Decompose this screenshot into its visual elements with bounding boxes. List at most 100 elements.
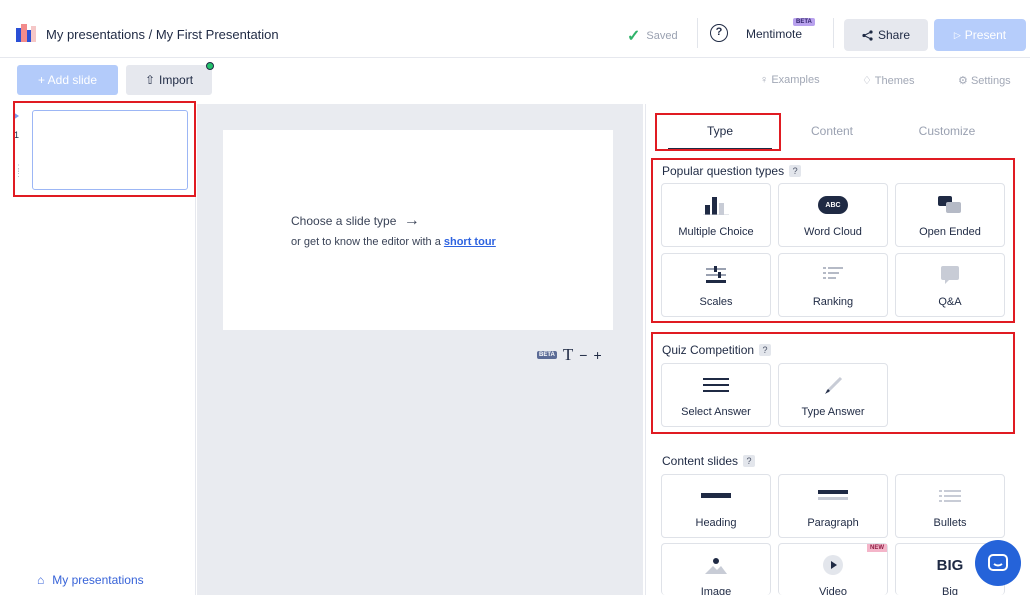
card-ranking[interactable]: Ranking [778, 253, 888, 317]
speech-bubbles-icon [896, 194, 1004, 216]
word-cloud-icon-text: ABC [818, 196, 848, 214]
qa-icon [896, 264, 1004, 286]
tab-type[interactable]: Type [668, 124, 772, 138]
image-icon [662, 554, 770, 576]
card-label: Open Ended [919, 226, 981, 238]
ranking-icon [779, 264, 887, 286]
bullets-icon [896, 485, 1004, 507]
card-label: Word Cloud [804, 226, 862, 238]
card-label: Big [942, 586, 958, 595]
card-image[interactable]: Image [661, 543, 771, 595]
card-multiple-choice[interactable]: Multiple Choice [661, 183, 771, 247]
section-title: Popular question types [662, 164, 785, 178]
import-label: Import [159, 73, 194, 87]
text-size-icon: T [562, 345, 574, 364]
card-select-answer[interactable]: Select Answer [661, 363, 771, 427]
help-icon[interactable]: ? [759, 344, 772, 356]
divider [833, 18, 834, 48]
slide-thumbnail[interactable] [32, 110, 188, 190]
list-lines-icon [662, 374, 770, 396]
beta-badge: BETA [537, 351, 557, 359]
card-qa[interactable]: Q&A [895, 253, 1005, 317]
share-icon [862, 29, 873, 41]
bar-chart-icon [662, 194, 770, 216]
increase-text-button[interactable]: + [593, 347, 601, 363]
themes-icon: ♢ [862, 75, 872, 87]
section-title: Quiz Competition [662, 343, 755, 357]
popular-question-types-heading: Popular question types ? [662, 164, 802, 178]
examples-button[interactable]: ♀ Examples [760, 74, 820, 86]
content-slides-heading: Content slides ? [662, 454, 756, 468]
present-label: Present [964, 28, 1007, 42]
mentimeter-logo-icon[interactable] [16, 24, 36, 42]
tab-content[interactable]: Content [780, 124, 884, 138]
settings-button[interactable]: ⚙ Settings [958, 74, 1011, 87]
breadcrumb[interactable]: My presentations / My First Presentation [46, 27, 279, 42]
settings-label: Settings [970, 75, 1011, 87]
play-icon [779, 554, 887, 576]
decrease-text-button[interactable]: − [579, 347, 587, 363]
checkmark-icon: ✓ [627, 28, 641, 45]
themes-button[interactable]: ♢ Themes [862, 74, 914, 87]
examples-label: Examples [771, 74, 820, 86]
add-slide-button[interactable]: + Add slide [17, 65, 118, 95]
slide-number: 1 [14, 130, 20, 140]
tour-prompt: or get to know the editor with a short t… [291, 236, 496, 248]
paragraph-icon [779, 485, 887, 507]
card-label: Select Answer [681, 406, 751, 418]
notification-dot [206, 62, 214, 70]
quiz-competition-heading: Quiz Competition ? [662, 343, 772, 357]
lightbulb-icon: ♀ [760, 74, 769, 86]
card-label: Type Answer [801, 406, 865, 418]
card-label: Scales [699, 296, 733, 308]
top-bar: My presentations / My First Presentation… [0, 0, 1030, 58]
card-label: Paragraph [807, 517, 859, 529]
share-button[interactable]: Share [844, 19, 928, 51]
tab-customize[interactable]: Customize [892, 124, 1002, 138]
word-cloud-icon: ABC [779, 194, 887, 216]
card-heading[interactable]: Heading [661, 474, 771, 538]
share-label: Share [877, 28, 911, 42]
pencil-icon [779, 374, 887, 396]
card-bullets[interactable]: Bullets [895, 474, 1005, 538]
card-label: Multiple Choice [678, 226, 754, 238]
section-title: Content slides [662, 454, 739, 468]
card-label: Image [700, 586, 732, 595]
editor-toolbar: + Add slide ⇧ Import ♀ Examples ♢ Themes… [0, 58, 1030, 104]
help-icon[interactable]: ? [789, 165, 802, 177]
short-tour-link[interactable]: short tour [444, 236, 496, 248]
help-icon[interactable]: ? [710, 24, 728, 42]
home-icon: ⌂ [37, 573, 45, 587]
divider [697, 18, 698, 48]
my-presentations-link[interactable]: ⌂ My presentations [37, 573, 144, 587]
present-button[interactable]: ▷ Present [934, 19, 1026, 51]
arrow-right-icon: → [403, 212, 420, 229]
card-video[interactable]: NEW Video [778, 543, 888, 595]
card-label: Bullets [933, 517, 967, 529]
gear-icon: ⚙ [958, 75, 968, 87]
tour-prefix: or get to know the editor with a [291, 236, 441, 248]
drag-handle-icon[interactable]: ⋮ ⋮ [14, 164, 23, 178]
saved-status: ✓ Saved [627, 26, 678, 46]
card-label: Ranking [812, 296, 854, 308]
slide-canvas[interactable] [223, 130, 613, 330]
card-open-ended[interactable]: Open Ended [895, 183, 1005, 247]
scales-icon [662, 264, 770, 286]
card-scales[interactable]: Scales [661, 253, 771, 317]
card-paragraph[interactable]: Paragraph [778, 474, 888, 538]
card-label: Video [819, 586, 847, 595]
mentimote-button[interactable]: Mentimote [746, 27, 802, 41]
help-icon[interactable]: ? [743, 455, 756, 467]
my-presentations-label: My presentations [52, 573, 144, 587]
beta-badge: BETA [793, 18, 815, 26]
import-button[interactable]: ⇧ Import [126, 65, 212, 95]
big-icon-text: BIG [936, 556, 964, 574]
upload-icon: ⇧ [144, 73, 156, 87]
text-size-controls: BETA T − + [537, 345, 602, 365]
chat-icon [988, 554, 1008, 571]
chat-support-button[interactable] [975, 540, 1021, 586]
card-label: Q&A [938, 296, 962, 308]
heading-icon [662, 485, 770, 507]
card-type-answer[interactable]: Type Answer [778, 363, 888, 427]
card-word-cloud[interactable]: ABC Word Cloud [778, 183, 888, 247]
